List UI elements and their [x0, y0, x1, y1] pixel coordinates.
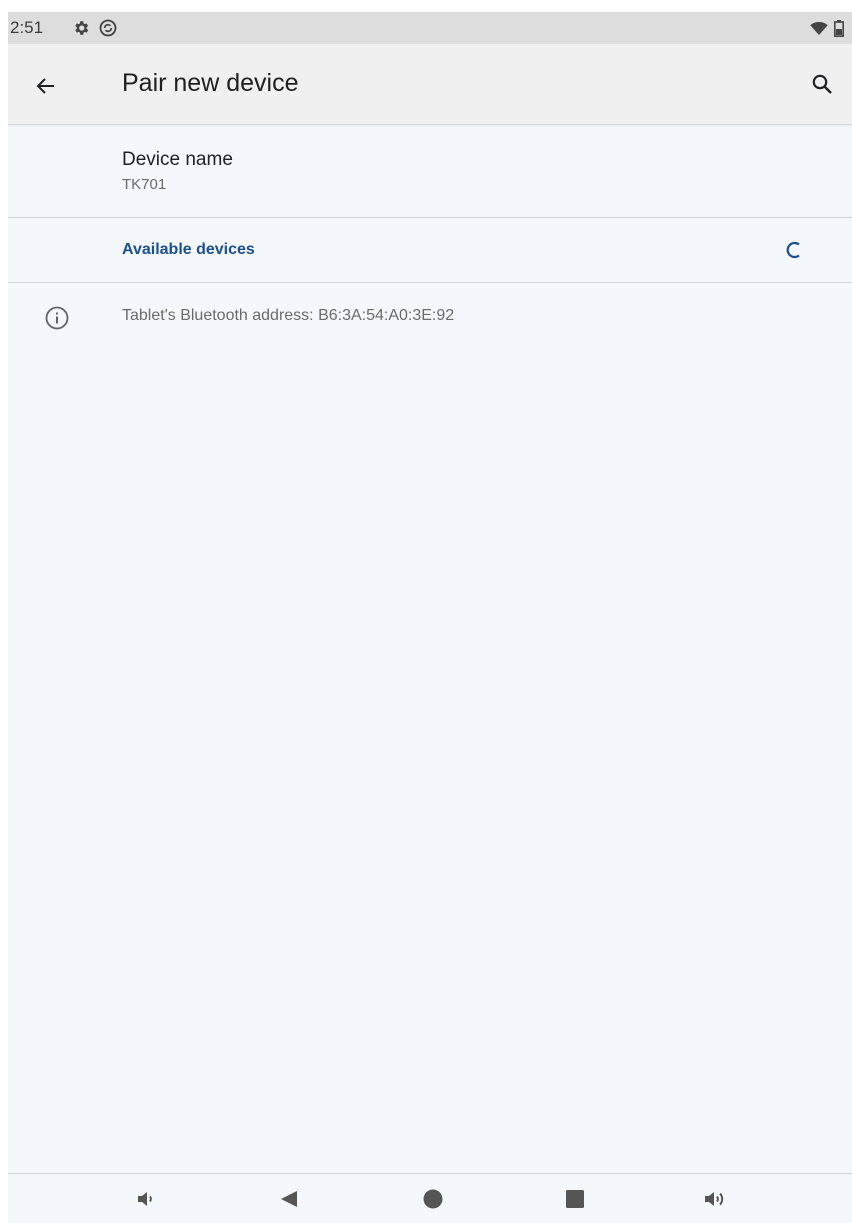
nav-back-button[interactable]: [276, 1186, 302, 1212]
navigation-bar: [8, 1173, 852, 1223]
status-time: 2:51: [10, 18, 44, 37]
device-name-value: TK701: [122, 176, 167, 193]
app-bar: Pair new device: [8, 44, 852, 125]
status-bar: 2:51: [8, 12, 852, 44]
nav-home-button[interactable]: [420, 1186, 446, 1212]
home-circle-icon: [423, 1189, 443, 1209]
nav-recents-button[interactable]: [562, 1186, 588, 1212]
search-icon: [812, 74, 832, 94]
info-icon: [45, 306, 69, 330]
volume-up-icon: [705, 1192, 724, 1206]
loading-spinner-icon: [786, 241, 800, 259]
device-name-title: Device name: [122, 149, 233, 170]
screen: 2:51 Pair new device Device name TK701 A…: [8, 12, 852, 1223]
bluetooth-address-text: Tablet's Bluetooth address: B6:3A:54:A0:…: [122, 307, 455, 324]
volume-down-button[interactable]: [134, 1186, 160, 1212]
back-button[interactable]: [26, 66, 66, 106]
device-name-row[interactable]: Device name TK701: [8, 125, 852, 218]
arrow-left-icon: [36, 78, 54, 94]
available-devices-header: Available devices: [8, 218, 852, 283]
sync-icon: [99, 19, 117, 37]
available-devices-label: Available devices: [122, 241, 255, 258]
battery-icon: [834, 20, 844, 37]
volume-down-icon: [138, 1192, 152, 1206]
wifi-icon: [810, 22, 828, 35]
search-button[interactable]: [802, 64, 842, 104]
recents-square-icon: [566, 1190, 584, 1208]
bluetooth-address-info: Tablet's Bluetooth address: B6:3A:54:A0:…: [8, 283, 852, 353]
volume-up-button[interactable]: [702, 1186, 728, 1212]
page-title: Pair new device: [122, 69, 299, 97]
gear-icon: [75, 21, 89, 35]
back-triangle-icon: [281, 1191, 297, 1207]
